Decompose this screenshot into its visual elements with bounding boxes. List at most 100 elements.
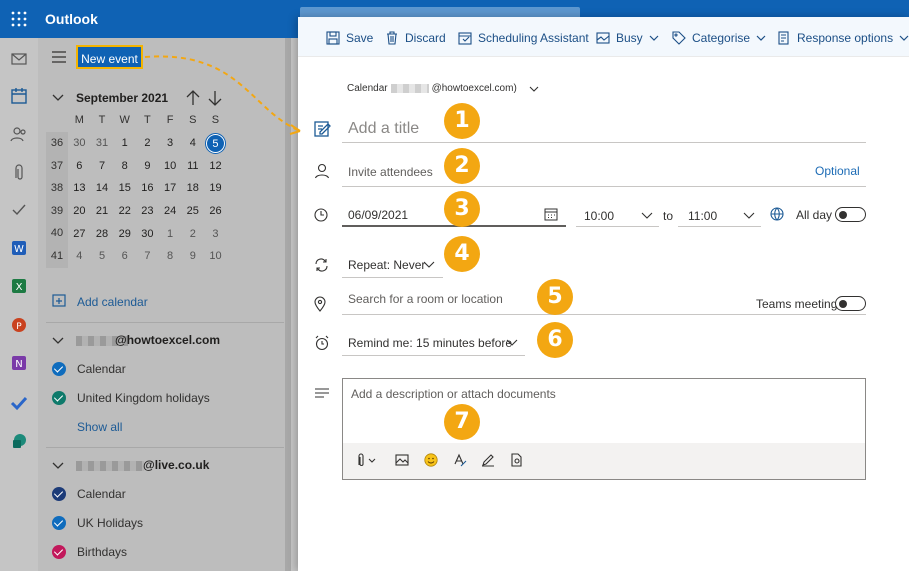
excel-icon[interactable]: X	[10, 277, 28, 295]
event-title-input[interactable]	[342, 115, 866, 143]
calendar-day[interactable]: 9	[136, 160, 159, 172]
description-editor[interactable]: Add a description or attach documents	[342, 378, 866, 480]
calendar-day[interactable]: 25	[181, 205, 204, 217]
calendar-day[interactable]: 23	[136, 205, 159, 217]
categorise-dropdown[interactable]: Categorise	[672, 29, 766, 47]
reminder-dropdown[interactable]: Remind me: 15 minutes before	[342, 328, 525, 356]
chevron-down-icon[interactable]	[52, 337, 64, 345]
calendar-day[interactable]: 3	[159, 137, 182, 149]
calendar-day[interactable]: 3	[204, 228, 227, 240]
calendar-day[interactable]: 11	[181, 160, 204, 172]
optional-attendees-link[interactable]: Optional	[815, 164, 860, 178]
calendar-day[interactable]: 10	[159, 160, 182, 172]
calendar-day[interactable]: 17	[159, 182, 182, 194]
calendar-day[interactable]: 2	[136, 137, 159, 149]
arrow-down-icon[interactable]	[208, 90, 222, 106]
calendar-day[interactable]: 16	[136, 182, 159, 194]
calendar-day[interactable]: 1	[113, 137, 136, 149]
calendar-day[interactable]: 8	[159, 250, 182, 262]
teams-meeting-toggle[interactable]	[835, 296, 866, 311]
calendar-day[interactable]: 20	[68, 205, 91, 217]
check-circle-icon[interactable]	[52, 545, 66, 559]
sharepoint-icon[interactable]	[10, 432, 28, 450]
calendar-list-item[interactable]: UK Holidays	[52, 514, 282, 532]
calendar-day-today[interactable]: 5	[204, 132, 227, 154]
calendar-day[interactable]: 12	[204, 160, 227, 172]
word-icon[interactable]: W	[10, 239, 28, 257]
calendar-day[interactable]: 28	[91, 228, 114, 240]
calendar-day[interactable]: 26	[204, 205, 227, 217]
sidebar-scrollbar[interactable]	[285, 38, 291, 571]
calendar-day[interactable]: 4	[181, 137, 204, 149]
calendar-day[interactable]: 8	[113, 160, 136, 172]
calendar-day[interactable]: 6	[68, 160, 91, 172]
powerpoint-icon[interactable]: P	[10, 316, 28, 334]
text-format-icon[interactable]	[453, 453, 467, 467]
calendar-list-item[interactable]: Birthdays	[52, 543, 282, 561]
calendar-day[interactable]: 27	[68, 228, 91, 240]
people-icon[interactable]	[10, 125, 28, 143]
add-calendar-button[interactable]: Add calendar	[52, 293, 148, 311]
calendar-day[interactable]: 29	[113, 228, 136, 240]
repeat-dropdown[interactable]: Repeat: Never	[342, 250, 443, 278]
calendar-day[interactable]: 30	[68, 137, 91, 149]
calendar-day[interactable]: 15	[113, 182, 136, 194]
calendar-selector[interactable]: Calendar @howtoexcel.com)	[347, 83, 539, 94]
attendees-field[interactable]: Invite attendees	[342, 159, 866, 187]
calendar-day[interactable]: 18	[181, 182, 204, 194]
calendar-list-item[interactable]: Calendar	[52, 485, 282, 503]
check-circle-icon[interactable]	[52, 391, 66, 405]
response-options-dropdown[interactable]: Response options	[777, 29, 909, 47]
hamburger-menu-icon[interactable]	[52, 51, 66, 63]
calendar-day[interactable]: 4	[68, 250, 91, 262]
calendar-day[interactable]: 6	[113, 250, 136, 262]
chevron-down-icon[interactable]	[52, 94, 64, 102]
account-header-1[interactable]: @howtoexcel.com	[52, 332, 282, 350]
emoji-icon[interactable]	[424, 453, 438, 467]
discard-button[interactable]: Discard	[385, 29, 446, 47]
save-button[interactable]: Save	[326, 29, 373, 47]
arrow-up-icon[interactable]	[186, 90, 200, 106]
check-circle-icon[interactable]	[52, 516, 66, 530]
calendar-day[interactable]: 30	[136, 228, 159, 240]
time-zone-icon[interactable]	[770, 207, 784, 221]
calendar-day[interactable]: 7	[136, 250, 159, 262]
calendar-day[interactable]: 24	[159, 205, 182, 217]
chevron-down-icon[interactable]	[52, 462, 64, 470]
pen-icon[interactable]	[481, 453, 495, 467]
calendar-day[interactable]: 31	[91, 137, 114, 149]
insert-picture-icon[interactable]	[395, 453, 409, 467]
calendar-icon[interactable]	[10, 87, 28, 105]
calendar-day[interactable]: 19	[204, 182, 227, 194]
loop-component-icon[interactable]	[509, 453, 523, 467]
new-event-button[interactable]: New event	[76, 45, 143, 69]
onenote-icon[interactable]: N	[10, 354, 28, 372]
check-circle-icon[interactable]	[52, 487, 66, 501]
calendar-day[interactable]: 1	[159, 228, 182, 240]
check-circle-icon[interactable]	[52, 362, 66, 376]
calendar-list-item[interactable]: Calendar	[52, 360, 282, 378]
all-day-toggle[interactable]	[835, 207, 866, 222]
busy-dropdown[interactable]: Busy	[596, 29, 659, 47]
attachment-icon[interactable]	[10, 163, 28, 181]
paperclip-icon[interactable]	[355, 453, 379, 467]
scheduling-assistant-button[interactable]: Scheduling Assistant	[458, 29, 589, 47]
calendar-day[interactable]: 9	[181, 250, 204, 262]
todo-app-icon[interactable]	[10, 393, 28, 411]
mail-icon[interactable]	[10, 50, 28, 68]
date-picker-icon[interactable]	[544, 207, 558, 221]
calendar-day[interactable]: 7	[91, 160, 114, 172]
calendar-day[interactable]: 10	[204, 250, 227, 262]
calendar-day[interactable]: 2	[181, 228, 204, 240]
start-time-dropdown[interactable]: 10:00	[576, 203, 659, 227]
calendar-day[interactable]: 13	[68, 182, 91, 194]
calendar-day[interactable]: 14	[91, 182, 114, 194]
app-launcher-icon[interactable]	[11, 11, 27, 27]
calendar-day[interactable]: 5	[91, 250, 114, 262]
end-time-dropdown[interactable]: 11:00	[678, 203, 761, 227]
todo-icon[interactable]	[10, 201, 28, 219]
calendar-list-item[interactable]: United Kingdom holidays	[52, 389, 282, 407]
calendar-day[interactable]: 22	[113, 205, 136, 217]
calendar-day[interactable]: 21	[91, 205, 114, 217]
show-all-link[interactable]: Show all	[77, 420, 122, 434]
